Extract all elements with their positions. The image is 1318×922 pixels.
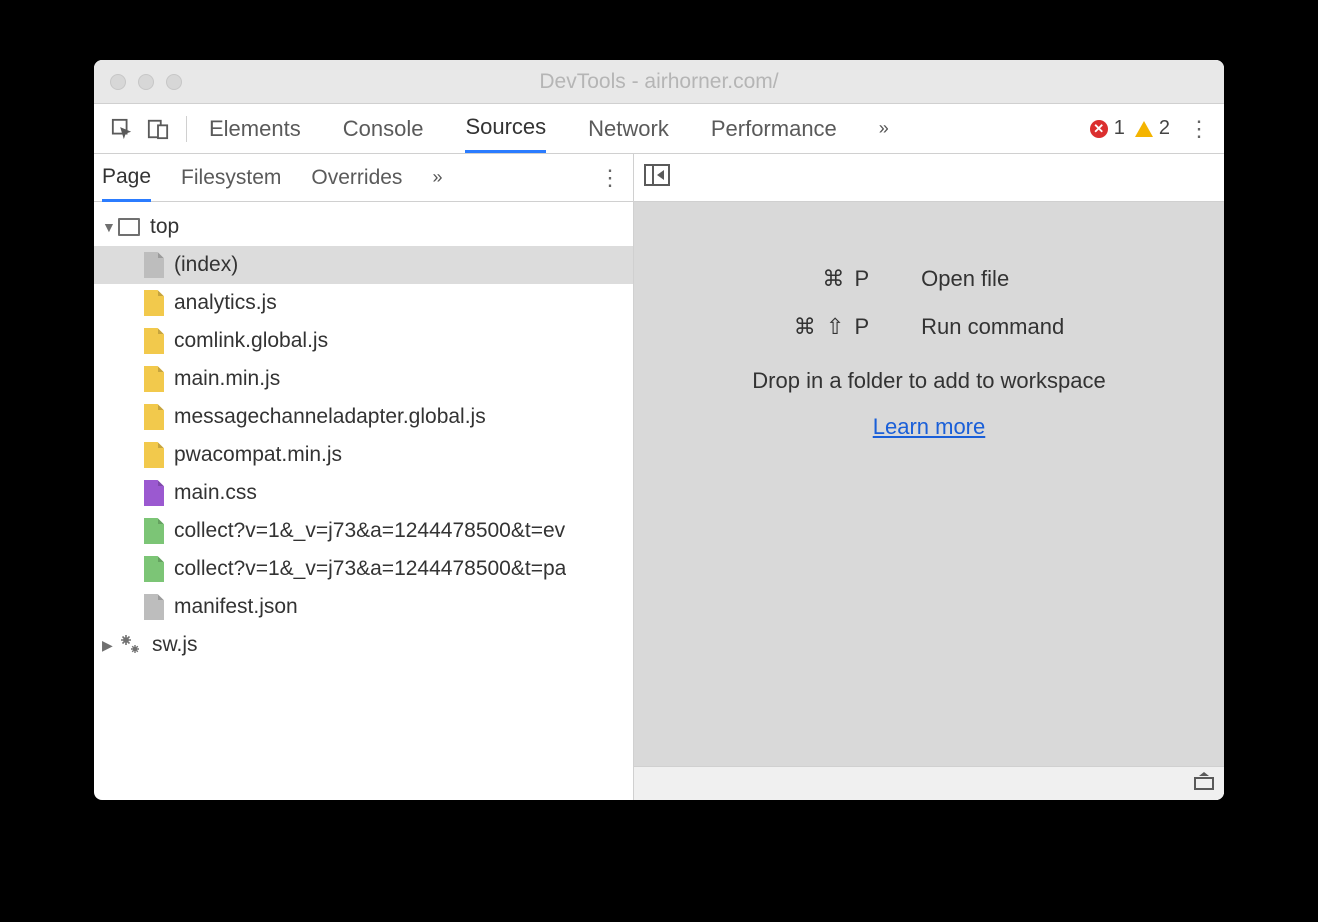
warning-count-button[interactable]: 2 <box>1135 117 1170 140</box>
panel-collapse-icon <box>644 164 670 186</box>
script-icon <box>144 442 164 468</box>
learn-more-link[interactable]: Learn more <box>873 414 986 440</box>
editor-toolbar <box>634 154 1224 202</box>
tree-root-label: top <box>150 215 179 239</box>
shortcut-keys: ⌘ P <box>794 266 871 292</box>
frame-icon <box>118 218 140 236</box>
titlebar: DevTools - airhorner.com/ <box>94 60 1224 104</box>
status-indicators: ✕ 1 2 <box>1090 117 1170 140</box>
tree-root[interactable]: ▼ top <box>94 208 633 246</box>
settings-menu-button[interactable]: ⋮ <box>1184 116 1214 142</box>
shortcut-label: Open file <box>921 266 1064 292</box>
more-panels-button[interactable]: » <box>879 104 889 153</box>
file-row[interactable]: main.min.js <box>94 360 633 398</box>
file-row[interactable]: collect?v=1&_v=j73&a=1244478500&t=pa <box>94 550 633 588</box>
navigator-tabs: Page Filesystem Overrides » ⋮ <box>94 154 633 202</box>
inspect-icon <box>111 118 133 140</box>
devtools-window: DevTools - airhorner.com/ Elements Conso… <box>94 60 1224 800</box>
nav-more-button[interactable]: » <box>432 154 442 201</box>
worker-name: sw.js <box>152 633 198 657</box>
navigator-menu-button[interactable]: ⋮ <box>595 165 625 191</box>
file-name: main.min.js <box>174 367 280 391</box>
close-window-button[interactable] <box>110 74 126 90</box>
file-name: analytics.js <box>174 291 277 315</box>
device-toolbar-button[interactable] <box>140 118 176 140</box>
tab-console[interactable]: Console <box>343 104 424 153</box>
shortcut-label: Run command <box>921 314 1064 340</box>
file-name: comlink.global.js <box>174 329 328 353</box>
file-name: (index) <box>174 253 238 277</box>
file-name: collect?v=1&_v=j73&a=1244478500&t=ev <box>174 519 565 543</box>
tab-network[interactable]: Network <box>588 104 669 153</box>
chevron-down-icon: ▼ <box>102 219 118 235</box>
editor-placeholder: ⌘ P Open file ⌘ ⇧ P Run command Drop in … <box>634 202 1224 766</box>
window-controls <box>94 74 182 90</box>
inspect-element-button[interactable] <box>104 118 140 140</box>
file-row[interactable]: main.css <box>94 474 633 512</box>
warning-count: 2 <box>1159 117 1170 140</box>
shortcut-hints: ⌘ P Open file ⌘ ⇧ P Run command <box>794 266 1064 340</box>
nav-tab-overrides[interactable]: Overrides <box>311 154 402 201</box>
nav-tab-filesystem[interactable]: Filesystem <box>181 154 281 201</box>
shortcut-keys: ⌘ ⇧ P <box>794 314 871 340</box>
file-row[interactable]: comlink.global.js <box>94 322 633 360</box>
stylesheet-icon <box>144 480 164 506</box>
workspace-drop-hint: Drop in a folder to add to workspace <box>752 368 1105 394</box>
script-icon <box>144 328 164 354</box>
zoom-window-button[interactable] <box>166 74 182 90</box>
editor-pane: ⌘ P Open file ⌘ ⇧ P Run command Drop in … <box>634 154 1224 800</box>
nav-tab-page[interactable]: Page <box>102 155 151 202</box>
file-row[interactable]: pwacompat.min.js <box>94 436 633 474</box>
main-toolbar: Elements Console Sources Network Perform… <box>94 104 1224 154</box>
script-icon <box>144 290 164 316</box>
kebab-icon: ⋮ <box>1188 116 1210 141</box>
editor-footer <box>634 766 1224 800</box>
window-title: DevTools - airhorner.com/ <box>94 70 1224 94</box>
error-count: 1 <box>1114 117 1125 140</box>
file-row[interactable]: analytics.js <box>94 284 633 322</box>
tab-sources[interactable]: Sources <box>465 104 546 153</box>
tab-performance[interactable]: Performance <box>711 104 837 153</box>
file-name: pwacompat.min.js <box>174 443 342 467</box>
file-row[interactable]: messagechanneladapter.global.js <box>94 398 633 436</box>
toolbar-divider <box>186 116 187 142</box>
toggle-drawer-button[interactable] <box>1194 772 1214 795</box>
file-row[interactable]: (index) <box>94 246 633 284</box>
xhr-icon <box>144 556 164 582</box>
drawer-icon <box>1194 772 1214 790</box>
document-icon <box>144 252 164 278</box>
panel-body: Page Filesystem Overrides » ⋮ ▼ top (ind… <box>94 154 1224 800</box>
chevron-right-icon: ▶ <box>102 637 118 654</box>
toggle-navigator-button[interactable] <box>644 164 670 191</box>
file-name: collect?v=1&_v=j73&a=1244478500&t=pa <box>174 557 566 581</box>
tab-elements[interactable]: Elements <box>209 104 301 153</box>
warning-icon <box>1135 121 1153 137</box>
file-row[interactable]: collect?v=1&_v=j73&a=1244478500&t=ev <box>94 512 633 550</box>
file-row[interactable]: manifest.json <box>94 588 633 626</box>
device-icon <box>147 118 169 140</box>
minimize-window-button[interactable] <box>138 74 154 90</box>
navigator-pane: Page Filesystem Overrides » ⋮ ▼ top (ind… <box>94 154 634 800</box>
document-icon <box>144 594 164 620</box>
panel-tabs: Elements Console Sources Network Perform… <box>209 104 889 153</box>
script-icon <box>144 404 164 430</box>
service-worker-icon <box>118 632 142 658</box>
tree-worker[interactable]: ▶ sw.js <box>94 626 633 664</box>
script-icon <box>144 366 164 392</box>
error-count-button[interactable]: ✕ 1 <box>1090 117 1125 140</box>
file-name: messagechanneladapter.global.js <box>174 405 486 429</box>
file-name: manifest.json <box>174 595 298 619</box>
kebab-icon: ⋮ <box>599 165 621 190</box>
file-tree: ▼ top (index) analytics.js comlink.globa… <box>94 202 633 800</box>
xhr-icon <box>144 518 164 544</box>
file-name: main.css <box>174 481 257 505</box>
error-icon: ✕ <box>1090 120 1108 138</box>
